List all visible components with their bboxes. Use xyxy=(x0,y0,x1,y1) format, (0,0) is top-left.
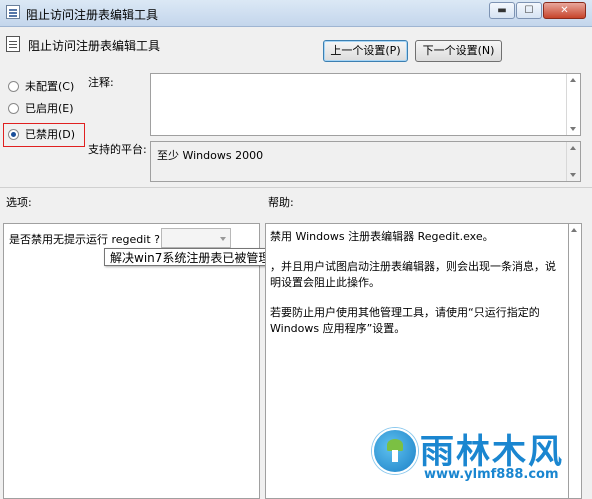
scroll-up-icon[interactable] xyxy=(571,228,577,232)
platform-label: 支持的平台: xyxy=(88,143,147,156)
policy-setting-icon xyxy=(6,36,20,52)
policy-window-icon xyxy=(6,5,20,19)
previous-setting-button[interactable]: 上一个设置(P) xyxy=(323,40,408,62)
comment-textarea[interactable] xyxy=(150,73,581,136)
watermark-logo xyxy=(372,428,418,474)
scroll-down-icon[interactable] xyxy=(570,127,576,131)
regedit-setting-label: 是否禁用无提示运行 regedit ? xyxy=(9,233,160,246)
radio-not-configured[interactable]: 未配置(C) xyxy=(8,77,74,95)
scroll-down-icon[interactable] xyxy=(570,173,576,177)
help-text: 禁用 Windows 注册表编辑器 Regedit.exe。 ，并且用户试图启动… xyxy=(270,229,558,337)
options-heading: 选项: xyxy=(6,196,32,209)
comment-label: 注释: xyxy=(88,76,114,89)
platform-box: 至少 Windows 2000 xyxy=(150,141,581,182)
watermark-url: www.ylmf888.com xyxy=(424,467,559,482)
watermark-brand: 雨林木风 xyxy=(420,432,564,472)
radio-label: 未配置(C) xyxy=(25,80,75,93)
next-setting-button[interactable]: 下一个设置(N) xyxy=(415,40,502,62)
radio-enabled[interactable]: 已启用(E) xyxy=(8,99,74,117)
radio-indicator xyxy=(8,102,19,114)
chevron-down-icon xyxy=(220,237,226,241)
help-paragraph: ，并且用户试图启动注册表编辑器，则会出现一条消息，说明设置会阻止此操作。 xyxy=(270,260,556,289)
help-scrollbar[interactable] xyxy=(569,223,582,499)
highlight-box xyxy=(3,123,85,147)
comment-scrollbar[interactable] xyxy=(566,74,580,135)
maximize-button[interactable]: ☐ xyxy=(516,2,542,19)
close-button[interactable]: ✕ xyxy=(543,2,586,19)
regedit-dropdown[interactable] xyxy=(161,228,231,248)
minimize-button[interactable]: ▬ xyxy=(489,2,515,19)
title-bar: 阻止访问注册表编辑工具 ▬ ☐ ✕ xyxy=(0,0,592,27)
scroll-up-icon[interactable] xyxy=(570,146,576,150)
platform-scrollbar[interactable] xyxy=(566,142,580,181)
window-controls: ▬ ☐ ✕ xyxy=(488,2,586,19)
help-heading: 帮助: xyxy=(268,196,294,209)
radio-label: 已启用(E) xyxy=(25,102,74,115)
window-title: 阻止访问注册表编辑工具 xyxy=(26,8,159,22)
platform-value: 至少 Windows 2000 xyxy=(157,149,264,162)
scroll-up-icon[interactable] xyxy=(570,78,576,82)
help-paragraph: 禁用 Windows 注册表编辑器 Regedit.exe。 xyxy=(270,230,494,243)
radio-indicator xyxy=(8,80,19,92)
policy-name: 阻止访问注册表编辑工具 xyxy=(28,39,161,53)
help-paragraph: 若要防止用户使用其他管理工具，请使用“只运行指定的 Windows 应用程序”设… xyxy=(270,306,540,335)
divider xyxy=(0,187,592,188)
